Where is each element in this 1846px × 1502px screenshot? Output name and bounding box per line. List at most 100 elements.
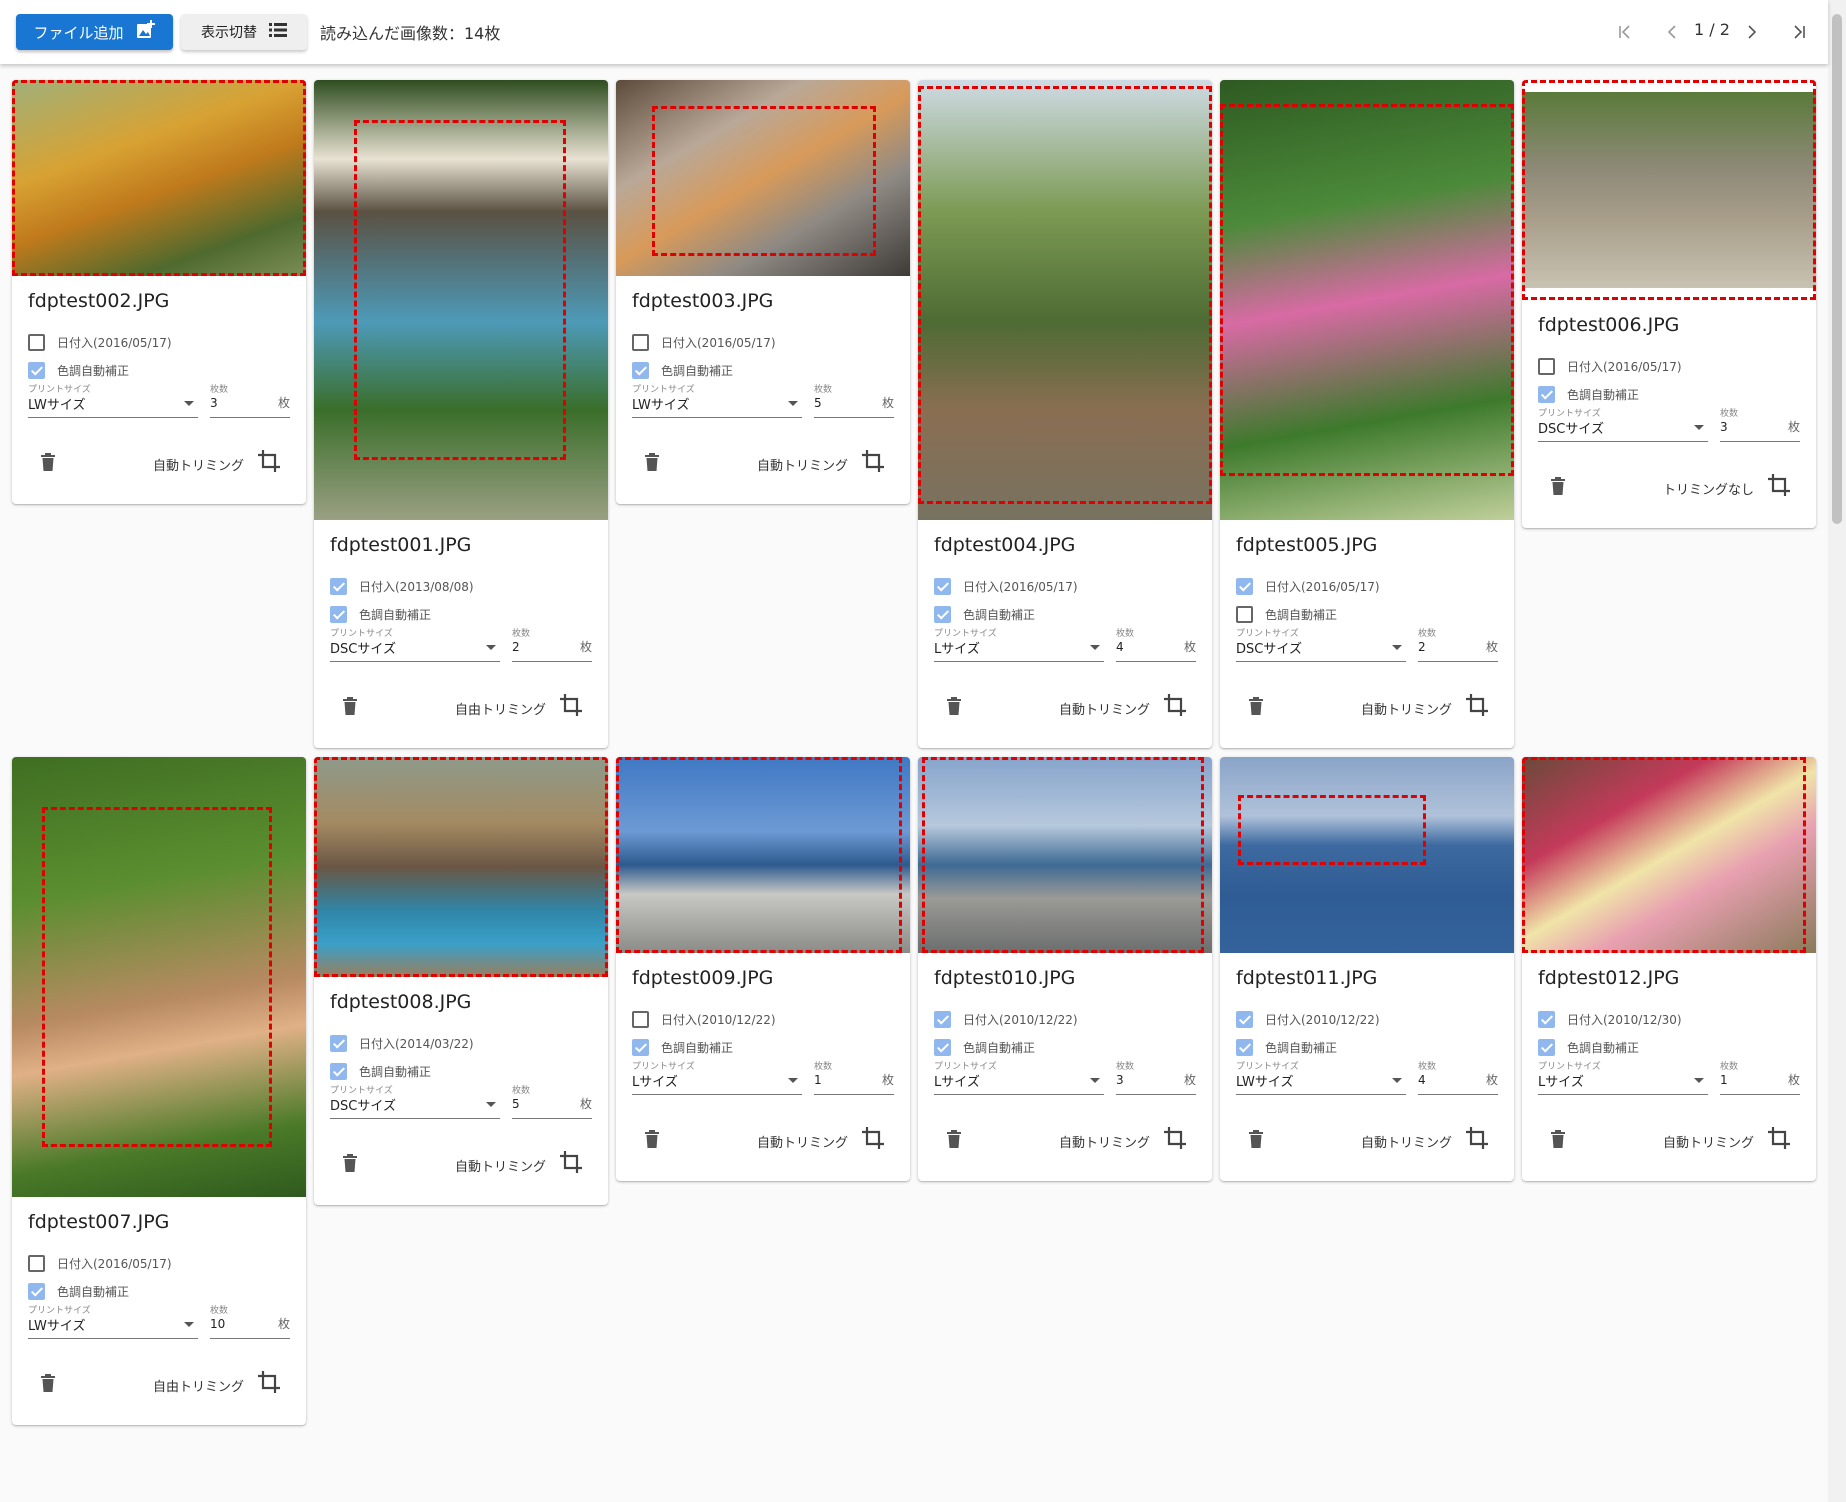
crop-outline[interactable] <box>12 80 306 276</box>
crop-button[interactable] <box>254 1367 284 1397</box>
delete-button[interactable] <box>638 448 666 476</box>
crop-button[interactable] <box>556 690 586 720</box>
photo-preview[interactable] <box>918 80 1212 520</box>
print-size-select[interactable]: Lサイズ <box>632 1071 802 1095</box>
quantity-input[interactable]: 5 枚 <box>814 394 894 418</box>
date-option[interactable]: 日付入(2010/12/22) <box>632 1008 776 1030</box>
color-correct-option[interactable]: 色調自動補正 <box>1236 1036 1337 1058</box>
crop-button[interactable] <box>1160 690 1190 720</box>
crop-outline[interactable] <box>1522 80 1816 300</box>
date-checkbox[interactable] <box>1236 1010 1253 1028</box>
date-checkbox[interactable] <box>1538 1010 1555 1028</box>
print-size-select[interactable]: Lサイズ <box>1538 1071 1708 1095</box>
delete-button[interactable] <box>336 692 364 720</box>
crop-outline[interactable] <box>922 757 1204 953</box>
quantity-input[interactable]: 1 枚 <box>814 1071 894 1095</box>
photo-preview[interactable] <box>918 757 1212 953</box>
color-correct-checkbox[interactable] <box>934 1038 951 1056</box>
crop-button[interactable] <box>556 1147 586 1177</box>
crop-outline[interactable] <box>1220 104 1514 476</box>
color-correct-option[interactable]: 色調自動補正 <box>632 359 733 381</box>
quantity-input[interactable]: 4 枚 <box>1418 1071 1498 1095</box>
color-correct-checkbox[interactable] <box>1236 605 1253 623</box>
quantity-input[interactable]: 1 枚 <box>1720 1071 1800 1095</box>
photo-preview[interactable] <box>1220 80 1514 520</box>
first-page-button[interactable] <box>1612 18 1638 46</box>
color-correct-option[interactable]: 色調自動補正 <box>28 1280 129 1302</box>
crop-button[interactable] <box>1462 1123 1492 1153</box>
crop-outline[interactable] <box>652 106 876 256</box>
date-option[interactable]: 日付入(2010/12/30) <box>1538 1008 1682 1030</box>
color-correct-checkbox[interactable] <box>632 361 649 379</box>
date-option[interactable]: 日付入(2016/05/17) <box>632 331 776 353</box>
crop-button[interactable] <box>858 1123 888 1153</box>
quantity-input[interactable]: 10 枚 <box>210 1315 290 1339</box>
color-correct-option[interactable]: 色調自動補正 <box>1538 1036 1639 1058</box>
crop-button[interactable] <box>1764 470 1794 500</box>
print-size-select[interactable]: DSCサイズ <box>1236 638 1406 662</box>
date-option[interactable]: 日付入(2016/05/17) <box>28 331 172 353</box>
date-checkbox[interactable] <box>330 577 347 595</box>
quantity-input[interactable]: 5 枚 <box>512 1095 592 1119</box>
date-checkbox[interactable] <box>934 577 951 595</box>
delete-button[interactable] <box>1242 1125 1270 1153</box>
delete-button[interactable] <box>1544 1125 1572 1153</box>
crop-outline[interactable] <box>1522 757 1806 953</box>
crop-button[interactable] <box>1462 690 1492 720</box>
date-option[interactable]: 日付入(2016/05/17) <box>28 1252 172 1274</box>
date-option[interactable]: 日付入(2010/12/22) <box>1236 1008 1380 1030</box>
prev-page-button[interactable] <box>1660 18 1684 46</box>
date-checkbox[interactable] <box>28 1254 45 1272</box>
color-correct-option[interactable]: 色調自動補正 <box>1236 603 1337 625</box>
quantity-input[interactable]: 2 枚 <box>512 638 592 662</box>
date-option[interactable]: 日付入(2016/05/17) <box>934 575 1078 597</box>
print-size-select[interactable]: DSCサイズ <box>330 638 500 662</box>
quantity-input[interactable]: 3 枚 <box>1116 1071 1196 1095</box>
color-correct-checkbox[interactable] <box>1236 1038 1253 1056</box>
color-correct-checkbox[interactable] <box>28 1282 45 1300</box>
print-size-select[interactable]: Lサイズ <box>934 638 1104 662</box>
color-correct-option[interactable]: 色調自動補正 <box>1538 383 1639 405</box>
color-correct-checkbox[interactable] <box>632 1038 649 1056</box>
delete-button[interactable] <box>638 1125 666 1153</box>
color-correct-checkbox[interactable] <box>934 605 951 623</box>
crop-button[interactable] <box>1764 1123 1794 1153</box>
color-correct-option[interactable]: 色調自動補正 <box>330 1060 431 1082</box>
photo-preview[interactable] <box>12 757 306 1197</box>
crop-outline[interactable] <box>42 807 272 1147</box>
date-option[interactable]: 日付入(2013/08/08) <box>330 575 474 597</box>
print-size-select[interactable]: Lサイズ <box>934 1071 1104 1095</box>
crop-outline[interactable] <box>1238 795 1426 865</box>
print-size-select[interactable]: DSCサイズ <box>1538 418 1708 442</box>
crop-button[interactable] <box>1160 1123 1190 1153</box>
color-correct-checkbox[interactable] <box>330 1062 347 1080</box>
photo-preview[interactable] <box>616 757 910 953</box>
color-correct-option[interactable]: 色調自動補正 <box>28 359 129 381</box>
delete-button[interactable] <box>1242 692 1270 720</box>
color-correct-checkbox[interactable] <box>1538 1038 1555 1056</box>
date-option[interactable]: 日付入(2014/03/22) <box>330 1032 474 1054</box>
date-checkbox[interactable] <box>632 1010 649 1028</box>
color-correct-option[interactable]: 色調自動補正 <box>934 603 1035 625</box>
delete-button[interactable] <box>940 1125 968 1153</box>
crop-outline[interactable] <box>616 757 902 953</box>
toggle-view-button[interactable]: 表示切替 <box>181 14 307 50</box>
delete-button[interactable] <box>940 692 968 720</box>
photo-preview[interactable] <box>1220 757 1514 953</box>
color-correct-option[interactable]: 色調自動補正 <box>330 603 431 625</box>
color-correct-checkbox[interactable] <box>1538 385 1555 403</box>
color-correct-option[interactable]: 色調自動補正 <box>632 1036 733 1058</box>
scrollbar[interactable] <box>1828 0 1846 1502</box>
date-checkbox[interactable] <box>28 333 45 351</box>
next-page-button[interactable] <box>1740 18 1764 46</box>
print-size-select[interactable]: LWサイズ <box>28 1315 198 1339</box>
date-checkbox[interactable] <box>1538 357 1555 375</box>
quantity-input[interactable]: 3 枚 <box>1720 418 1800 442</box>
delete-button[interactable] <box>1544 472 1572 500</box>
photo-preview[interactable] <box>1522 757 1816 953</box>
quantity-input[interactable]: 3 枚 <box>210 394 290 418</box>
photo-preview[interactable] <box>314 80 608 520</box>
color-correct-checkbox[interactable] <box>28 361 45 379</box>
delete-button[interactable] <box>336 1149 364 1177</box>
last-page-button[interactable] <box>1786 18 1812 46</box>
